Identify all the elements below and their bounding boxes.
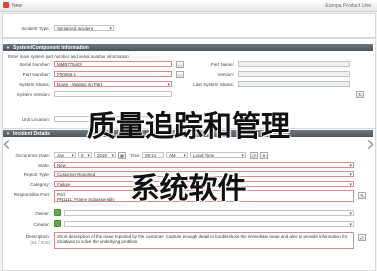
owner-select[interactable] — [64, 210, 354, 216]
occurrence-month-select[interactable]: Jan — [54, 152, 76, 158]
ampm-select[interactable]: AM — [166, 152, 188, 158]
serial-lookup-button[interactable]: … — [176, 61, 184, 68]
app-logo-icon — [3, 2, 9, 8]
serial-number-label: Serial Number: — [19, 62, 50, 67]
collapse-icon: ▼ — [6, 45, 10, 50]
part-name-field — [238, 61, 350, 67]
system-status-select[interactable]: Down - Waiting on Part — [54, 81, 172, 87]
product-line-label: Europa Product Line — [325, 3, 371, 9]
system-hint: Enter main system part number and serial… — [8, 54, 130, 59]
creator-avatar-icon[interactable] — [54, 220, 61, 227]
occurrence-date-label: Occurence Date: — [15, 153, 50, 158]
clear-date-icon[interactable]: ✕ — [260, 152, 268, 159]
version-field — [238, 71, 350, 77]
calendar-icon[interactable]: ▦ — [118, 152, 126, 159]
time-label: Time: — [130, 153, 141, 158]
last-system-status-label: Last System Status: — [193, 82, 234, 87]
refresh-button[interactable]: ↻ — [356, 91, 364, 98]
last-system-status-field — [238, 81, 350, 87]
creator-select[interactable] — [64, 221, 354, 227]
next-arrow-icon[interactable]: › — [366, 132, 375, 157]
overlay-title-line1: 质量追踪和管理 — [86, 109, 290, 143]
system-version-label: System Version: — [16, 92, 50, 97]
owner-avatar-icon[interactable] — [54, 209, 61, 216]
overlay-title-line2: 系统软件 — [130, 171, 247, 205]
window-title: New — [12, 3, 23, 9]
occurrence-time-input[interactable]: 09:14 — [142, 152, 164, 158]
prev-arrow-icon[interactable]: ‹ — [2, 132, 11, 157]
incident-type-select[interactable]: Serialized Incident — [54, 25, 114, 31]
system-section-header[interactable]: ▼ System/Component Information — [3, 44, 373, 51]
description-textarea[interactable]: Short description of the issue reported … — [54, 232, 354, 249]
part-lookup-button[interactable]: … — [176, 71, 184, 78]
serial-number-input[interactable]: MMB775v03 — [54, 61, 172, 67]
incident-type-label: Incident Type: — [21, 26, 50, 31]
timezone-select[interactable]: Local Time — [190, 152, 246, 158]
owner-label: Owner: — [35, 211, 50, 216]
version-label: Version: — [217, 72, 234, 77]
occurrence-year-select[interactable]: 2019 — [94, 152, 116, 158]
occurrence-day-select[interactable]: 9 — [78, 152, 92, 158]
system-version-input[interactable] — [54, 91, 172, 97]
part-name-label: Part Name: — [210, 62, 234, 67]
creator-label: Creator: — [33, 222, 50, 227]
part-number-input[interactable]: P00065-1 — [54, 71, 172, 77]
description-label: Description: — [25, 234, 50, 239]
system-status-label: System Status: — [19, 82, 50, 87]
clock-icon[interactable]: ◷ — [250, 152, 258, 159]
part-number-label: Part Number: — [22, 72, 50, 77]
expand-text-icon[interactable]: ⤢ — [358, 234, 366, 241]
description-counter: (91 / 400) — [30, 240, 50, 245]
title-bar: New Europa Product Line — [0, 0, 377, 12]
system-section-title: System/Component Information — [13, 45, 89, 51]
